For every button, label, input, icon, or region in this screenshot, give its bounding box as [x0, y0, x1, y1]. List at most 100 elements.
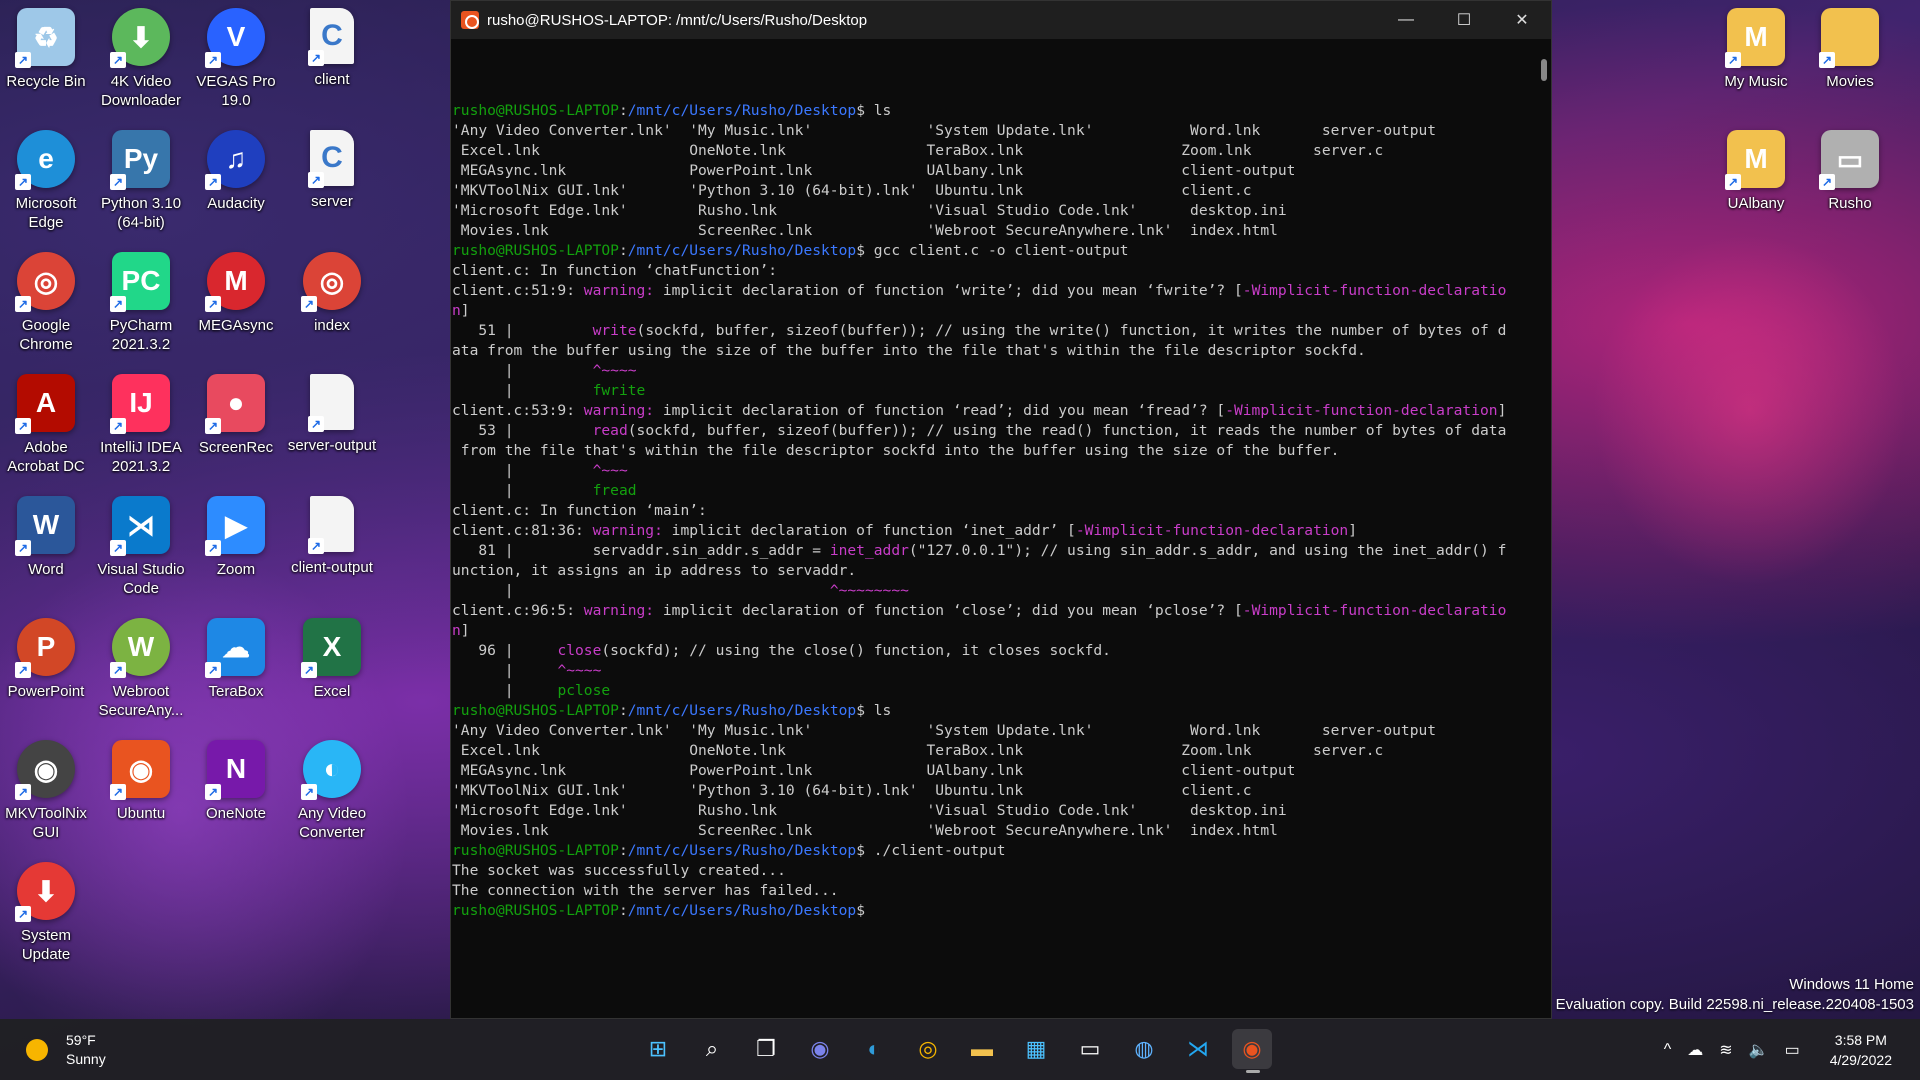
megasync-icon: M ↗ [205, 252, 265, 312]
weather-widget[interactable]: 59°F Sunny [26, 1031, 106, 1069]
desktop-icon-rusho[interactable]: ▭ ↗ Rusho [1804, 122, 1896, 240]
terminal-text: ] [1348, 522, 1358, 539]
shortcut-arrow-icon: ↗ [301, 662, 317, 678]
desktop-icon-client[interactable]: C ↗ client [286, 0, 378, 118]
terminal-line: MEGAsync.lnk PowerPoint.lnk UAlbany.lnk … [452, 761, 1551, 781]
taskbar-browser-button[interactable]: ◍ [1124, 1029, 1164, 1069]
desktop-icon-audacity[interactable]: ♫ ↗ Audacity [190, 122, 282, 240]
taskbar-edge-button[interactable]: ◐ [854, 1029, 894, 1069]
desktop-icon-recycle-bin[interactable]: ♻ ↗ Recycle Bin [0, 0, 92, 118]
terminal-text: Movies.lnk ScreenRec.lnk 'Webroot Secure… [452, 822, 1278, 839]
terminal-text: implicit declaration of function ‘close’… [654, 602, 1243, 619]
desktop-icon-powerpoint[interactable]: P ↗ PowerPoint [0, 610, 92, 728]
taskbar-terminal-button[interactable]: ▭ [1070, 1029, 1110, 1069]
terminal-text: ] [460, 302, 470, 319]
prompt-path: /mnt/c/Users/Rusho/Desktop [627, 702, 857, 719]
desktop-icon-pycharm-2021-3-2[interactable]: PC ↗ PyCharm 2021.3.2 [95, 244, 187, 362]
terminal-text: client.c: In function ‘main’: [452, 502, 707, 519]
terminal-output[interactable]: rusho@RUSHOS-LAPTOP:/mnt/c/Users/Rusho/D… [451, 39, 1551, 1020]
taskbar-start-button[interactable]: ⊞ [638, 1029, 678, 1069]
desktop-icon-mkvtoolnix-gui[interactable]: ◉ ↗ MKVToolNix GUI [0, 732, 92, 850]
taskbar-store-button[interactable]: ▦ [1016, 1029, 1056, 1069]
desktop-icon-label: VEGAS Pro 19.0 [196, 73, 276, 109]
terminal-line: Movies.lnk ScreenRec.lnk 'Webroot Secure… [452, 821, 1551, 841]
desktop-icon-4k-video-downloader[interactable]: ⬇ ↗ 4K Video Downloader [95, 0, 187, 118]
taskbar-task-view-button[interactable]: ❐ [746, 1029, 786, 1069]
desktop-icon-screenrec[interactable]: ● ↗ ScreenRec [190, 366, 282, 484]
desktop-icon-visual-studio-code[interactable]: ⋊ ↗ Visual Studio Code [95, 488, 187, 606]
terminal-text: (sockfd); // using the close() function,… [601, 642, 1111, 659]
desktop-icon-python-3-10-64-bit[interactable]: Py ↗ Python 3.10 (64-bit) [95, 122, 187, 240]
terminal-line: The socket was successfully created... [452, 861, 1551, 881]
desktop-icon-my-music[interactable]: M ↗ My Music [1710, 0, 1802, 118]
clock[interactable]: 3:58 PM 4/29/2022 [1830, 1030, 1892, 1070]
terminal-titlebar[interactable]: rusho@RUSHOS-LAPTOP: /mnt/c/Users/Rusho/… [451, 1, 1551, 39]
chevron-up-icon[interactable]: ^ [1664, 1041, 1672, 1059]
terminal-line: | ^~~~~~~~~ [452, 581, 1551, 601]
desktop-icon-label: TeraBox [208, 683, 264, 700]
taskbar-chrome-button[interactable]: ◎ [908, 1029, 948, 1069]
shortcut-arrow-icon: ↗ [110, 540, 126, 556]
desktop-icon-onenote[interactable]: N ↗ OneNote [190, 732, 282, 850]
desktop-icon-label: IntelliJ IDEA 2021.3.2 [100, 439, 182, 475]
desktop-icon-ubuntu[interactable]: ◉ ↗ Ubuntu [95, 732, 187, 850]
taskbar-file-explorer-button[interactable]: ▬ [962, 1029, 1002, 1069]
task-view-icon: ❐ [756, 1036, 776, 1061]
desktop-icon-movies[interactable]: ↗ Movies [1804, 0, 1896, 118]
wifi-icon[interactable]: ≋ [1719, 1040, 1732, 1060]
battery-icon[interactable]: ▭ [1785, 1040, 1800, 1060]
shortcut-arrow-icon: ↗ [308, 416, 324, 432]
desktop-icon-excel[interactable]: X ↗ Excel [286, 610, 378, 728]
onedrive-cloud-icon[interactable]: ☁ [1687, 1040, 1703, 1060]
desktop-icon-microsoft-edge[interactable]: e ↗ Microsoft Edge [0, 122, 92, 240]
desktop-icon-label: Excel [313, 683, 351, 700]
start-icon: ⊞ [648, 1036, 668, 1061]
minimize-button[interactable]: — [1377, 1, 1435, 39]
desktop-icon-label: Google Chrome [19, 317, 73, 353]
folder-mega-icon: M ↗ [1725, 8, 1785, 68]
desktop-icon-vegas-pro-19-0[interactable]: V ↗ VEGAS Pro 19.0 [190, 0, 282, 118]
terminal-line: from the file that's within the file des… [452, 441, 1551, 461]
terminal-text: client.c: In function ‘chatFunction’: [452, 262, 778, 279]
desktop-icon-server-output[interactable]: ↗ server-output [286, 366, 378, 484]
desktop-icon-any-video-converter[interactable]: ◐ ↗ Any Video Converter [286, 732, 378, 850]
desktop-icon-label: Webroot SecureAny... [98, 683, 184, 719]
chrome-icon: ◎ ↗ [15, 252, 75, 312]
close-button[interactable]: ✕ [1493, 1, 1551, 39]
desktop-icon-megasync[interactable]: M ↗ MEGAsync [190, 244, 282, 362]
terminal-line: client.c:53:9: warning: implicit declara… [452, 401, 1551, 421]
volume-icon[interactable]: 🔈 [1749, 1040, 1769, 1060]
terminal-text: Excel.lnk OneNote.lnk TeraBox.lnk Zoom.l… [452, 742, 1384, 759]
terminal-text: ] [460, 622, 470, 639]
desktop-icon-adobe-acrobat-dc[interactable]: A ↗ Adobe Acrobat DC [0, 366, 92, 484]
terminal-text: 'Any Video Converter.lnk' 'My Music.lnk'… [452, 122, 1437, 139]
taskbar-teams-chat-button[interactable]: ◉ [800, 1029, 840, 1069]
desktop-icon-webroot-secureany[interactable]: W ↗ Webroot SecureAny... [95, 610, 187, 728]
windows-watermark: Windows 11 Home Evaluation copy. Build 2… [1556, 975, 1914, 1015]
desktop-icon-index[interactable]: ◎ ↗ index [286, 244, 378, 362]
ubuntu-icon: ◉ [1242, 1036, 1262, 1061]
desktop-icon-label: index [314, 317, 350, 334]
maximize-button[interactable]: ☐ [1435, 1, 1493, 39]
taskbar-ubuntu-button[interactable]: ◉ [1232, 1029, 1272, 1073]
desktop-icon-word[interactable]: W ↗ Word [0, 488, 92, 606]
desktop-icon-server[interactable]: C ↗ server [286, 122, 378, 240]
desktop-icon-intellij-idea-2021-3-2[interactable]: IJ ↗ IntelliJ IDEA 2021.3.2 [95, 366, 187, 484]
terminal-line: Excel.lnk OneNote.lnk TeraBox.lnk Zoom.l… [452, 141, 1551, 161]
scrollbar-thumb[interactable] [1541, 59, 1547, 81]
desktop-icon-client-output[interactable]: ↗ client-output [286, 488, 378, 606]
taskbar-vscode-button[interactable]: ⋊ [1178, 1029, 1218, 1069]
terminal-window[interactable]: rusho@RUSHOS-LAPTOP: /mnt/c/Users/Rusho/… [450, 0, 1552, 1019]
terminal-line: 'Any Video Converter.lnk' 'My Music.lnk'… [452, 121, 1551, 141]
shortcut-arrow-icon: ↗ [301, 784, 317, 800]
desktop-icon-system-update[interactable]: ⬇ ↗ System Update [0, 854, 92, 972]
desktop-icon-google-chrome[interactable]: ◎ ↗ Google Chrome [0, 244, 92, 362]
prompt-path: /mnt/c/Users/Rusho/Desktop [627, 242, 857, 259]
warning-text: read [592, 422, 628, 439]
desktop-icon-ualbany[interactable]: M ↗ UAlbany [1710, 122, 1802, 240]
weather-temp: 59°F [66, 1032, 96, 1048]
taskbar-search-button[interactable]: ⌕ [692, 1029, 732, 1069]
shortcut-arrow-icon: ↗ [15, 540, 31, 556]
desktop-icon-terabox[interactable]: ☁ ↗ TeraBox [190, 610, 282, 728]
desktop-icon-zoom[interactable]: ▶ ↗ Zoom [190, 488, 282, 606]
